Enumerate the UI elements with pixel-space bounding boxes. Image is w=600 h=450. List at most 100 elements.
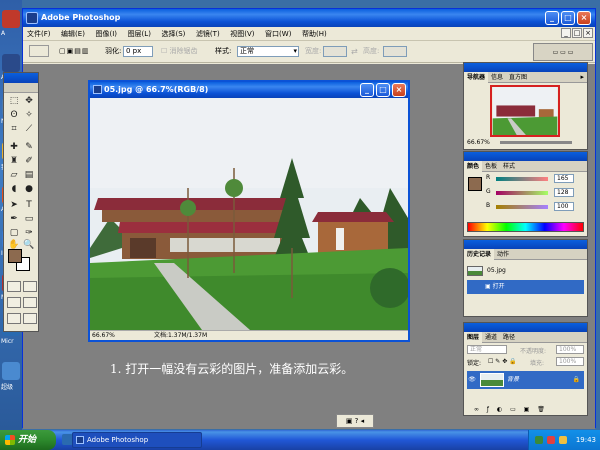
doc-restore-button[interactable]: □ [572, 28, 582, 38]
red-value-input[interactable]: 165 [554, 174, 574, 183]
menu-select[interactable]: 选择(S) [157, 27, 189, 41]
volume-icon[interactable] [559, 436, 567, 444]
menu-view[interactable]: 视图(V) [226, 27, 258, 41]
layer-row[interactable]: 👁 背景 🔒 [467, 371, 584, 389]
dodge-tool-icon[interactable]: ● [22, 183, 36, 195]
quick-mask-mode-button[interactable] [23, 281, 37, 292]
screen-mode-standard-button[interactable] [7, 297, 21, 308]
green-slider[interactable] [496, 191, 548, 195]
tab-channels[interactable]: 通道 [482, 332, 500, 343]
menu-window[interactable]: 窗口(W) [261, 27, 295, 41]
gradient-tool-icon[interactable]: ▤ [22, 169, 36, 181]
healing-brush-tool-icon[interactable]: ✚ [7, 141, 21, 153]
opacity-input[interactable]: 100% [556, 345, 584, 354]
taskbar-button-photoshop[interactable]: Adobe Photoshop [72, 432, 202, 448]
tab-layers[interactable]: 图层 [464, 332, 483, 343]
tab-actions[interactable]: 动作 [494, 249, 512, 260]
blue-slider[interactable] [496, 205, 548, 209]
menu-help[interactable]: 帮助(H) [298, 27, 331, 41]
history-panel-titlebar[interactable] [464, 240, 587, 249]
jump-to-imageready-button[interactable] [23, 313, 37, 324]
toolbox-logo[interactable] [4, 83, 38, 93]
brush-tool-icon[interactable]: ✎ [22, 141, 36, 153]
history-brush-tool-icon[interactable]: ✐ [22, 155, 36, 167]
doc-minimize-button[interactable]: _ [561, 28, 571, 38]
maximize-button[interactable]: □ [561, 11, 575, 25]
menu-filter[interactable]: 滤镜(T) [192, 27, 224, 41]
palette-well[interactable]: ▭ ▭ ▭ [533, 43, 593, 61]
slice-tool-icon[interactable]: ⟋ [22, 123, 36, 135]
tab-color[interactable]: 颜色 [464, 161, 483, 172]
red-slider[interactable] [496, 177, 548, 181]
document-close-button[interactable]: × [392, 83, 406, 97]
document-canvas[interactable] [90, 98, 408, 330]
screen-mode-menu-button[interactable] [7, 313, 21, 324]
standard-mode-button[interactable] [7, 281, 21, 292]
menu-file[interactable]: 文件(F) [23, 27, 55, 41]
magic-wand-tool-icon[interactable]: ✧ [22, 109, 36, 121]
eye-icon[interactable]: 👁 [467, 371, 477, 389]
lasso-tool-icon[interactable]: ʘ [7, 109, 21, 121]
tab-paths[interactable]: 路径 [500, 332, 518, 343]
zoom-tool-icon[interactable]: 🔍 [22, 239, 36, 251]
antialias-checkbox[interactable]: ☐ 消除锯齿 [161, 46, 198, 57]
tab-swatches[interactable]: 色板 [482, 161, 500, 172]
move-tool-icon[interactable]: ✥ [22, 95, 36, 107]
doc-close-button[interactable]: × [583, 28, 593, 38]
minimize-button[interactable]: _ [545, 11, 559, 25]
document-maximize-button[interactable]: □ [376, 83, 390, 97]
tab-navigator[interactable]: 导航器 [464, 72, 489, 83]
swap-icon[interactable]: ⇄ [351, 46, 358, 57]
color-spectrum-ramp[interactable] [467, 222, 584, 232]
layer-bottom-buttons[interactable]: ∞ ƒ ◐ ▭ ▣ 🗑 [474, 406, 548, 413]
menu-edit[interactable]: 编辑(E) [57, 27, 89, 41]
menu-layer[interactable]: 图层(L) [124, 27, 155, 41]
tab-info[interactable]: 信息 [488, 72, 506, 83]
navigator-zoom-value[interactable]: 66.67% [467, 139, 490, 146]
document-zoom-readout[interactable]: 66.67% [92, 332, 115, 339]
navigator-zoom-slider[interactable] [500, 141, 572, 144]
photoshop-titlebar[interactable]: Adobe Photoshop _ □ × [23, 9, 595, 27]
eyedropper-tool-icon[interactable]: ✑ [22, 227, 36, 239]
document-titlebar[interactable]: 05.jpg @ 66.7%(RGB/8) _ □ × [90, 82, 408, 98]
layers-panel-titlebar[interactable] [464, 323, 587, 332]
selection-mode-icons[interactable]: ▢▣▤▥ [59, 46, 89, 57]
marquee-tool-preset-icon[interactable] [29, 45, 49, 57]
blue-value-input[interactable]: 100 [554, 202, 574, 211]
foreground-color-swatch[interactable] [8, 249, 22, 263]
notes-tool-icon[interactable]: ▢ [7, 227, 21, 239]
shape-tool-icon[interactable]: ▭ [22, 213, 36, 225]
width-input[interactable] [323, 46, 347, 57]
desktop-icon[interactable] [2, 10, 20, 28]
ime-toolbar[interactable]: ▣ ? ◂ [336, 414, 374, 428]
antivirus-icon[interactable] [547, 436, 555, 444]
tab-styles[interactable]: 样式 [500, 161, 518, 172]
panel-menu-icon[interactable]: ▸ [580, 72, 584, 83]
start-button[interactable]: 开始 [0, 430, 56, 450]
green-value-input[interactable]: 128 [554, 188, 574, 197]
pen-tool-icon[interactable]: ✒ [7, 213, 21, 225]
eraser-tool-icon[interactable]: ▱ [7, 169, 21, 181]
network-icon[interactable] [535, 436, 543, 444]
tab-history[interactable]: 历史记录 [464, 249, 495, 260]
menu-image[interactable]: 图像(I) [91, 27, 121, 41]
path-selection-tool-icon[interactable]: ➤ [7, 199, 21, 211]
height-input[interactable] [383, 46, 407, 57]
feather-input[interactable]: 0 px [123, 46, 153, 57]
history-state[interactable]: ▣ 打开 [467, 280, 584, 294]
blur-tool-icon[interactable]: ◖ [7, 183, 21, 195]
document-size-readout[interactable]: 文档:1.37M/1.37M [154, 331, 207, 341]
lock-icons[interactable]: ☐ ✎ ✥ 🔒 [488, 358, 517, 365]
history-snapshot[interactable]: 05.jpg [467, 264, 584, 278]
crop-tool-icon[interactable]: ⌗ [7, 123, 21, 135]
navigator-panel-titlebar[interactable] [464, 63, 587, 72]
color-panel-titlebar[interactable] [464, 152, 587, 161]
marquee-tool-icon[interactable]: ⬚ [7, 95, 21, 107]
color-panel-foreground-swatch[interactable] [468, 177, 482, 191]
fill-input[interactable]: 100% [556, 357, 584, 366]
type-tool-icon[interactable]: T [22, 199, 36, 211]
clock[interactable]: 19:43 [576, 430, 596, 450]
blend-mode-select[interactable]: 正常 [467, 345, 507, 354]
document-minimize-button[interactable]: _ [360, 83, 374, 97]
navigator-thumbnail[interactable] [490, 85, 560, 137]
